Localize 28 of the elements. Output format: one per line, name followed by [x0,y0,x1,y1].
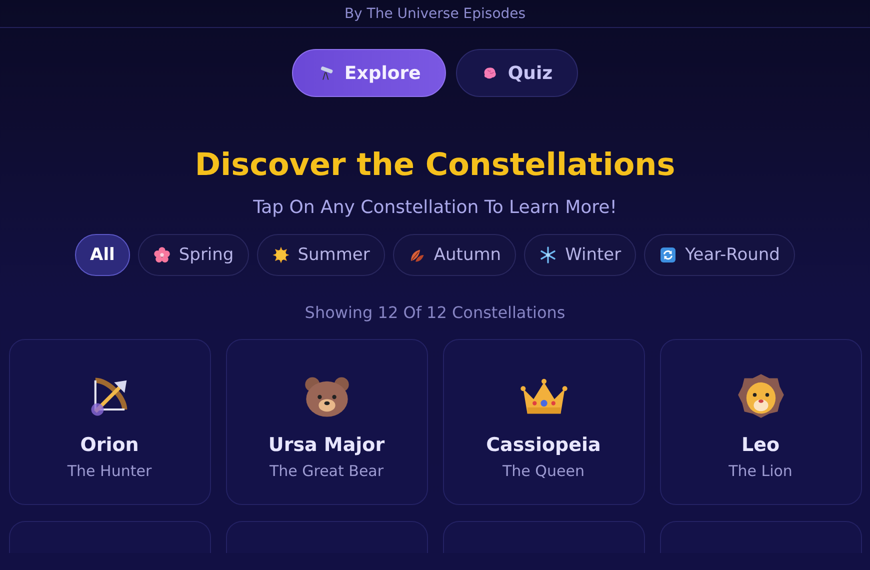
constellation-subtitle: The Hunter [67,462,152,480]
filter-chip[interactable]: All [75,234,130,276]
flower-icon [152,246,171,264]
constellation-card[interactable]: Leo The Lion [660,339,862,505]
constellation-subtitle: The Great Bear [269,462,384,480]
filter-chip[interactable]: Winter [524,234,636,276]
constellation-name: Cassiopeia [486,434,601,456]
constellation-name: Ursa Major [268,434,385,456]
filter-chip[interactable]: Year-Round [644,234,795,276]
tab[interactable]: Quiz [456,49,578,97]
constellation-card[interactable]: Cassiopeia The Queen [442,339,644,505]
filter-chip[interactable]: Summer [256,234,385,276]
constellation-card[interactable]: Ursa Major The Great Bear [226,339,428,505]
constellation-subtitle: The Lion [728,462,792,480]
snowflake-icon [539,246,558,264]
constellation-name: Leo [741,434,780,456]
tab[interactable]: Explore [292,49,446,97]
constellation-card[interactable]: Orion The Hunter [8,339,210,505]
repeat-icon [659,246,678,264]
page-title: Discover the Constellations [194,146,676,185]
constellation-name: Orion [80,434,139,456]
filter-chip[interactable]: Spring [138,234,249,276]
result-count: Showing 12 Of 12 Constellations [304,302,566,324]
byline-text: By The Universe Episodes [344,6,526,22]
page-subtitle: Tap On Any Constellation To Learn More! [253,196,617,220]
sun-icon [272,246,290,264]
constellation-subtitle: The Queen [502,462,584,480]
filter-chip[interactable]: Autumn [392,234,516,276]
